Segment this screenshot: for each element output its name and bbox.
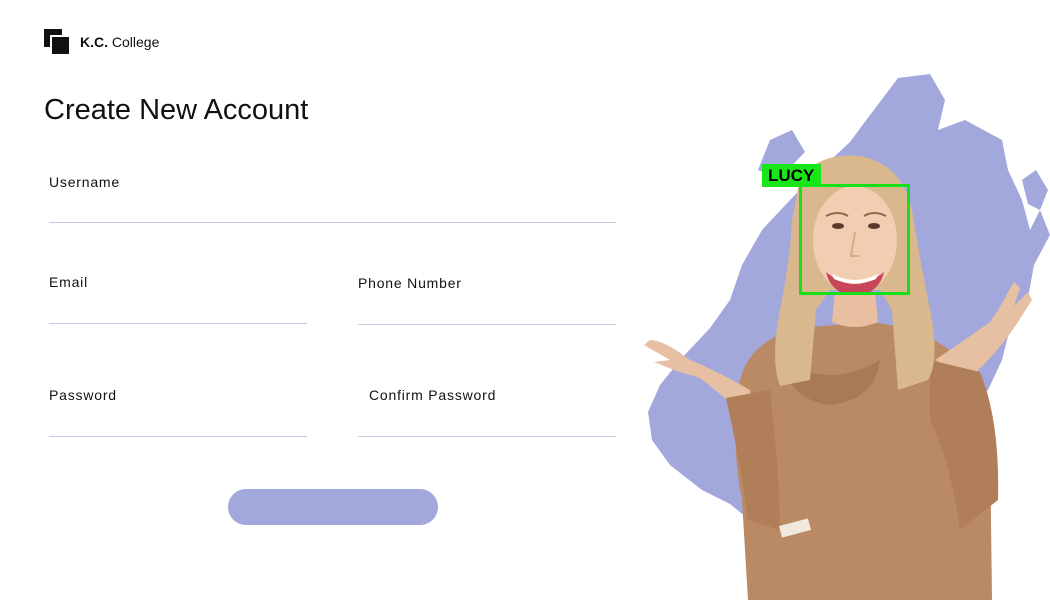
hero-illustration bbox=[644, 74, 1050, 600]
phone-label: Phone Number bbox=[358, 275, 462, 291]
password-input[interactable] bbox=[49, 411, 307, 437]
face-detection-box bbox=[799, 184, 910, 295]
stacked-squares-icon bbox=[44, 29, 70, 55]
confirm-password-input[interactable] bbox=[358, 411, 616, 437]
email-input[interactable] bbox=[49, 298, 307, 324]
email-field: Email bbox=[49, 274, 307, 324]
phone-field: Phone Number bbox=[358, 275, 616, 325]
username-input[interactable] bbox=[49, 197, 616, 223]
page-title: Create New Account bbox=[44, 94, 309, 126]
confirm-password-field: Confirm Password bbox=[358, 387, 616, 437]
confirm-password-label: Confirm Password bbox=[369, 387, 497, 403]
phone-input[interactable] bbox=[358, 299, 616, 325]
username-label: Username bbox=[49, 174, 120, 190]
username-field: Username bbox=[49, 174, 616, 223]
brand-college: College bbox=[111, 34, 160, 50]
create-account-button[interactable] bbox=[228, 489, 438, 525]
face-detection-label: LUCY bbox=[762, 164, 822, 187]
brand-initials: K.C. bbox=[80, 34, 108, 50]
hero-image bbox=[630, 60, 1050, 600]
brand: K.C. College bbox=[44, 29, 159, 55]
email-label: Email bbox=[49, 274, 89, 290]
brand-name: K.C. College bbox=[80, 34, 159, 50]
password-field: Password bbox=[49, 387, 307, 437]
password-label: Password bbox=[49, 387, 117, 403]
